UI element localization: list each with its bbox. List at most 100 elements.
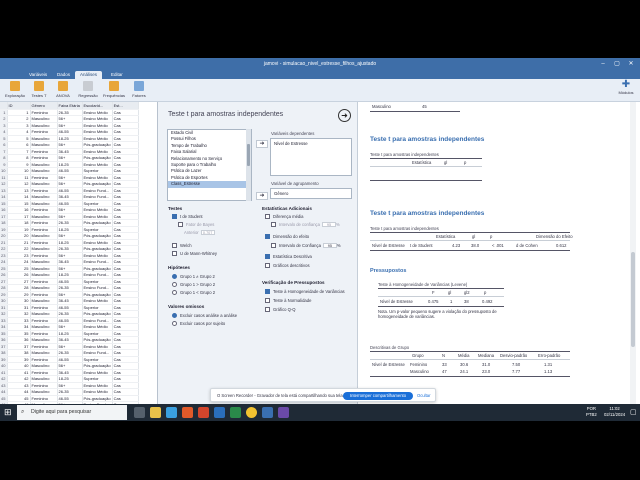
table-cell[interactable]: Ensino Fund... [82,187,113,194]
ci-mean-checkbox[interactable]: Intervalo de confiança 95% [271,222,340,228]
table-cell[interactable]: Ensino Médio [82,213,113,220]
table-cell[interactable]: Ensino Médio [82,206,113,214]
close-icon[interactable]: ✕ [624,58,638,70]
row-number[interactable]: 39 [0,356,8,363]
tool-regression[interactable]: Regressão [75,81,101,98]
radio[interactable] [172,321,177,327]
bayes-checkbox[interactable]: Fator de Bayes [178,222,214,228]
descriptive-plots-checkbox[interactable]: Gráficos descritivos [265,263,310,269]
row-number[interactable]: 29 [0,291,8,298]
move-to-dependent-button[interactable]: ➜ [256,140,268,148]
dependent-box[interactable]: Nível de Estresse [270,138,352,176]
language-indicator[interactable]: POR PTB2 [586,406,597,418]
student-checkbox[interactable]: t de Student [172,214,203,220]
radio[interactable] [172,313,177,319]
table-cell[interactable]: Ensino Médio [82,343,113,350]
row-number[interactable]: 21 [0,239,8,246]
variable-list[interactable]: Estado Civil Possui Filhos Tempo de Trab… [167,129,252,201]
checkbox[interactable] [271,222,276,228]
menu-analises[interactable]: Análises [75,71,103,79]
checkbox[interactable] [172,214,177,220]
tool-factor[interactable]: Fatores [126,81,152,98]
table-cell[interactable]: Ensino Médio [82,174,113,181]
column-header[interactable]: ID [7,102,31,110]
table-cell[interactable]: Ensino Fund... [82,349,113,357]
checkbox[interactable] [265,234,270,240]
menu-editar[interactable]: Editar [106,71,128,79]
notification-icon[interactable]: ▢ [630,408,637,417]
table-cell[interactable]: Pós-graduação [82,219,113,227]
table-cell[interactable]: Ensino Fund... [82,271,113,279]
table-cell[interactable]: Pós-graduação [82,232,113,240]
mann-whitney-checkbox[interactable]: U de Mann-Whitney [172,251,217,257]
descriptives-checkbox[interactable]: Estatística Descritiva [265,254,312,260]
clock[interactable]: 11:02 02/11/2024 [604,406,625,418]
table-cell[interactable]: Ensino Médio [82,109,113,116]
row-number[interactable]: 35 [0,330,8,337]
dependent-variable[interactable]: Nível de Estresse [274,141,308,146]
grouping-variable[interactable]: Gênero [274,191,288,196]
checkbox[interactable] [178,222,183,228]
table-cell[interactable]: Ensino Médio [82,252,113,259]
checkbox[interactable] [265,298,270,304]
table-cell[interactable]: Pós-graduação [82,395,113,402]
run-arrow-button[interactable]: ➜ [338,109,351,122]
table-cell[interactable]: Ensino Médio [82,323,113,331]
maximize-icon[interactable]: ▢ [610,58,624,70]
checkbox[interactable] [271,243,276,249]
table-cell[interactable]: Pós-graduação [82,180,113,188]
windows-start-icon[interactable]: ⊞ [4,408,13,417]
effect-size-checkbox[interactable]: Dimensão do efeito [265,234,309,240]
table-cell[interactable]: Ensino Médio [82,388,113,396]
hypothesis-radio-lt[interactable]: Grupo 1 < Grupo 2 [172,290,215,296]
column-header[interactable]: Gênero [30,102,58,110]
task-view-icon[interactable] [134,407,145,418]
app-icon[interactable] [278,407,289,418]
table-cell[interactable]: Pós-graduação [82,154,113,162]
file-explorer-icon[interactable] [150,407,161,418]
tool-frequencies[interactable]: Frequências [101,81,127,98]
checkbox[interactable] [265,214,270,220]
table-cell[interactable]: Pós-graduação [82,362,113,370]
welch-checkbox[interactable]: Welch [172,243,192,249]
taskbar-search-input[interactable]: ⌕ Digite aqui para pesquisar [17,405,127,420]
column-header[interactable]: Est... [112,102,139,110]
hide-banner-link[interactable]: Ocultar [417,389,431,403]
row-number[interactable]: 31 [0,304,8,311]
checkbox[interactable] [265,254,270,260]
table-cell[interactable]: Ensino Fund... [82,317,113,324]
normality-checkbox[interactable]: Teste à Normalidade [265,298,311,304]
radio[interactable] [172,274,177,280]
table-cell[interactable]: Pós-graduação [82,265,113,272]
chrome-icon[interactable] [246,407,257,418]
excel-icon[interactable] [230,407,241,418]
qq-plot-checkbox[interactable]: Gráfico Q-Q [265,307,296,313]
stop-sharing-button[interactable]: Interromper compartilhamento [343,392,413,400]
table-cell[interactable]: Ensino Médio [82,135,113,142]
radio[interactable] [172,282,177,288]
table-cell[interactable]: Ensino Fund... [82,193,113,201]
tool-anova[interactable]: ANOVA [50,81,76,98]
row-number[interactable]: 13 [0,187,8,194]
ci-input[interactable]: 95 [322,243,337,249]
row-number[interactable]: 19 [0,226,8,233]
minimize-icon[interactable]: – [596,58,610,70]
table-cell[interactable]: Ensino Médio [82,115,113,123]
prior-input[interactable]: 0.707 [200,230,215,236]
jamovi-icon[interactable] [262,407,273,418]
modules-button[interactable]: ✚ Módulos [616,80,636,96]
row-number[interactable]: 45 [0,395,8,402]
row-number[interactable]: 23 [0,252,8,259]
hypothesis-radio-gt[interactable]: Grupo 1 > Grupo 2 [172,282,215,288]
table-cell[interactable]: Pós-graduação [82,245,113,253]
mean-diff-checkbox[interactable]: Diferença média [265,214,304,220]
table-cell[interactable]: Ensino Médio [82,161,113,168]
row-number[interactable]: 41 [0,369,8,376]
column-header[interactable]: Faixa Etária [57,102,83,110]
missing-radio-analysis[interactable]: Excluir casos análise a análise [172,313,237,319]
menu-dados[interactable]: Dados [52,71,75,79]
results-panel[interactable]: Masculino 45 Teste t para amostras indep… [358,102,640,413]
menu-variaveis[interactable]: Variáveis [24,71,52,79]
row-number[interactable]: 17 [0,213,8,220]
table-cell[interactable]: Ensino Fund... [82,258,113,266]
